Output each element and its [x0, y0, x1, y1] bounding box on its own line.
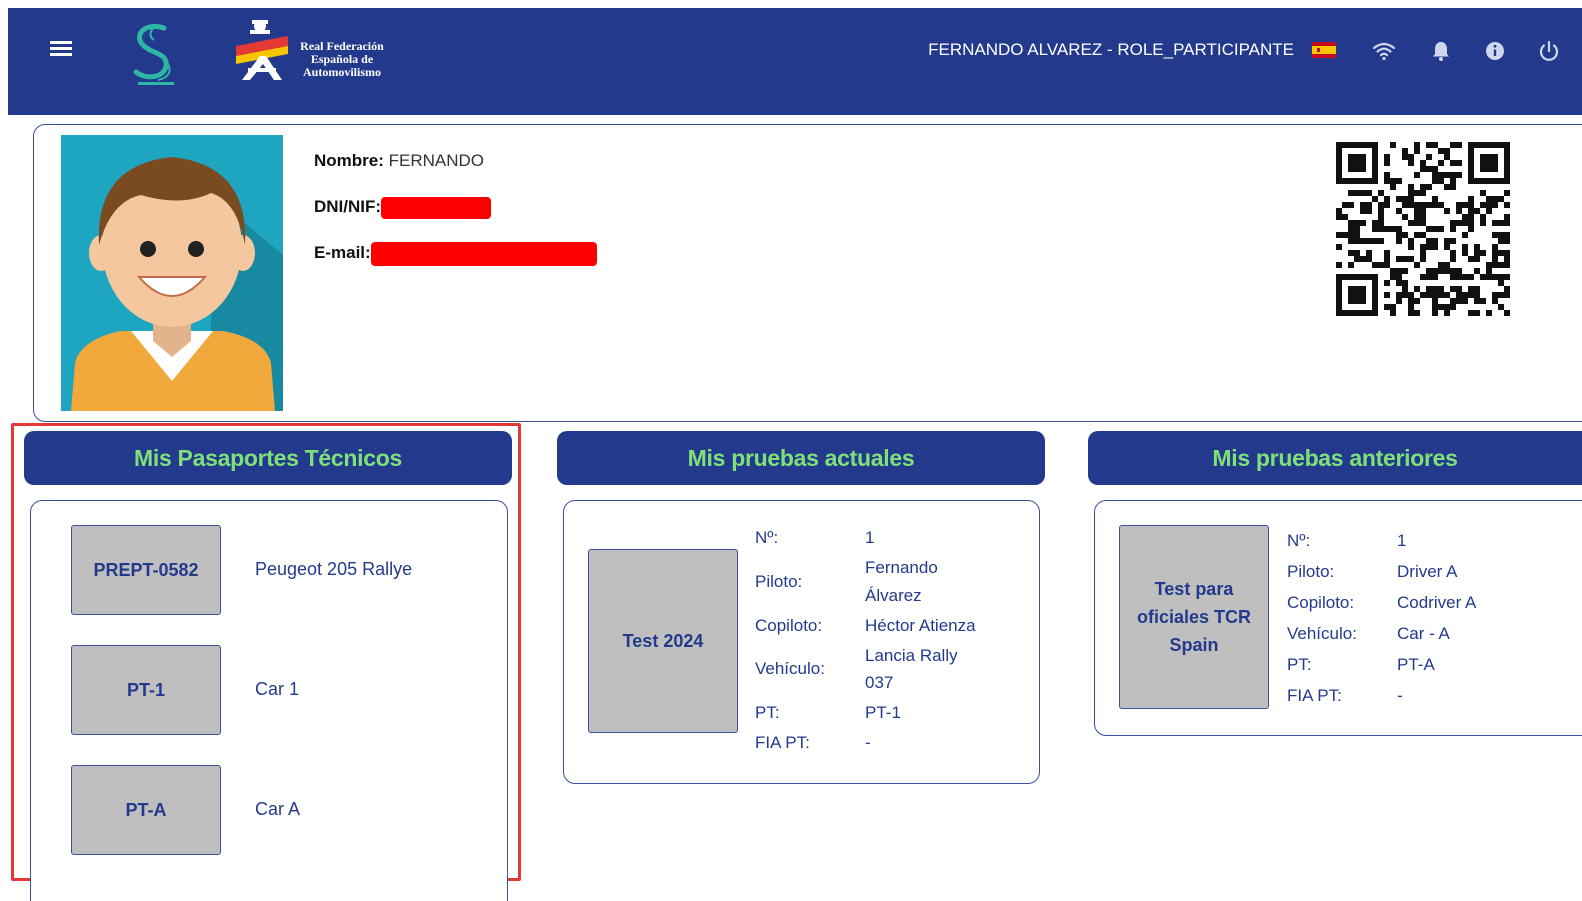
test-name-line-3: Spain — [1169, 635, 1219, 655]
vehiculo-value-line2: 037 — [865, 673, 894, 692]
copiloto-label: Copiloto: — [1287, 593, 1355, 612]
bell-icon[interactable] — [1428, 38, 1454, 64]
wifi-icon[interactable] — [1371, 38, 1397, 64]
current-test-info: Nº: 1 Piloto: Fernando Álvarez Copiloto:… — [755, 524, 1025, 774]
fia-pt-value: - — [1397, 686, 1403, 705]
copiloto-label: Copiloto: — [755, 616, 823, 635]
pruebas-anteriores-header: Mis pruebas anteriores — [1088, 431, 1582, 485]
avatar — [61, 135, 283, 411]
num-value: 1 — [1397, 531, 1407, 550]
menu-icon[interactable] — [46, 38, 76, 66]
email-label: E-mail: — [314, 243, 371, 262]
dni-redaction — [381, 196, 492, 219]
power-icon[interactable] — [1536, 38, 1562, 64]
test-name-line-2: oficiales TCR — [1136, 607, 1252, 627]
email-redaction — [370, 241, 597, 266]
fia-pt-value: - — [865, 733, 871, 752]
vehiculo-value: Car - A — [1397, 624, 1450, 643]
piloto-value: Driver A — [1397, 562, 1458, 581]
pt-label: PT: — [1287, 655, 1312, 674]
email-field: E-mail: — [314, 241, 597, 266]
pruebas-actuales-header: Mis pruebas actuales — [557, 431, 1045, 485]
dni-field: DNI/NIF: — [314, 195, 492, 219]
passport-name: Car A — [255, 799, 301, 819]
pasaportes-header: Mis Pasaportes Técnicos — [24, 431, 512, 485]
previous-test-info: Nº: 1 Piloto: Driver A Copiloto: Codrive… — [1287, 525, 1557, 715]
copiloto-value: Héctor Atienza — [865, 616, 976, 635]
fia-pt-label: FIA PT: — [755, 733, 810, 752]
piloto-label: Piloto: — [1287, 562, 1335, 581]
app-logo — [128, 20, 184, 90]
dni-label: DNI/NIF: — [314, 197, 382, 216]
passport-card-prept-0582[interactable]: PREPT-0582 — [71, 525, 221, 615]
num-value: 1 — [865, 528, 875, 547]
copiloto-value: Codriver A — [1397, 593, 1477, 612]
pt-value: PT-1 — [865, 703, 901, 722]
spain-flag-icon[interactable] — [1312, 42, 1336, 58]
info-icon[interactable] — [1482, 38, 1508, 64]
nombre-label: Nombre: — [314, 151, 384, 170]
passport-card-pt-a[interactable]: PT-A — [71, 765, 221, 855]
logo-line-3: Automovilismo — [303, 65, 381, 79]
pt-label: PT: — [755, 703, 780, 722]
num-label: Nº: — [1287, 531, 1311, 550]
vehiculo-value-line1: Lancia Rally — [865, 646, 958, 665]
rfea-logo: Real Federación Española de Automovilism… — [232, 16, 392, 88]
fia-pt-label: FIA PT: — [1287, 686, 1342, 705]
vehiculo-label: Vehículo: — [755, 659, 825, 678]
vehiculo-label: Vehículo: — [1287, 624, 1357, 643]
passport-name: Car 1 — [255, 679, 300, 699]
piloto-value-line1: Fernando — [865, 558, 938, 577]
piloto-value-line2: Álvarez — [865, 586, 922, 605]
test-name-line-1: Test para — [1154, 579, 1234, 599]
test-card-tcr-spain[interactable]: Test para oficiales TCR Spain — [1119, 525, 1269, 709]
passport-name: Peugeot 205 Rallye — [255, 559, 413, 579]
passport-card-pt-1[interactable]: PT-1 — [71, 645, 221, 735]
qr-code — [1336, 142, 1510, 316]
piloto-label: Piloto: — [755, 572, 803, 591]
nombre-field: Nombre: FERNANDO — [314, 149, 484, 173]
user-role-label: FERNANDO ALVAREZ - ROLE_PARTICIPANTE — [928, 40, 1294, 59]
test-card-test-2024[interactable]: Test 2024 — [588, 549, 738, 733]
pt-value: PT-A — [1397, 655, 1435, 674]
num-label: Nº: — [755, 528, 779, 547]
nombre-value: FERNANDO — [388, 151, 485, 170]
